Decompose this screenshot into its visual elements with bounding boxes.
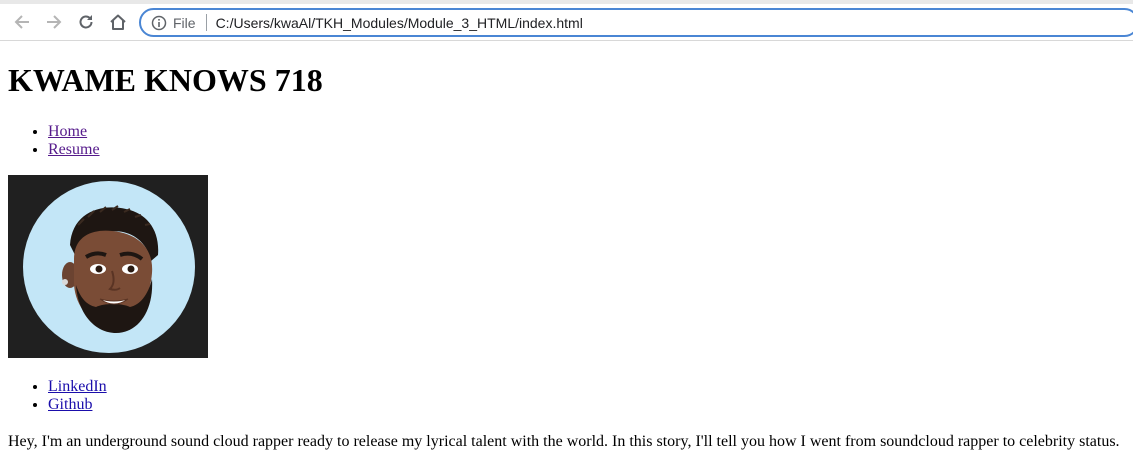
address-bar[interactable]: File C:/Users/kwaAl/TKH_Modules/Module_3… [139,8,1133,37]
home-icon [109,13,127,31]
back-arrow-icon [13,13,31,31]
address-separator [205,14,207,31]
reload-icon [77,13,95,31]
forward-arrow-icon [45,13,63,31]
bio-paragraph: Hey, I'm an underground sound cloud rapp… [8,433,1120,450]
url-text[interactable]: C:/Users/kwaAl/TKH_Modules/Module_3_HTML… [216,15,583,31]
list-item: LinkedIn [48,378,1133,396]
home-button[interactable] [106,10,130,34]
page-title: KWAME KNOWS 718 [8,62,323,98]
reload-button[interactable] [74,10,98,34]
list-item: Resume [48,141,1133,159]
github-link[interactable]: Github [48,396,92,413]
linkedin-link[interactable]: LinkedIn [48,378,107,395]
browser-toolbar: File C:/Users/kwaAl/TKH_Modules/Module_3… [0,0,1133,41]
resume-link[interactable]: Resume [48,141,100,158]
file-scheme-label: File [173,14,196,31]
page-content: KWAME KNOWS 718 Home Resume [8,41,1133,451]
social-list: LinkedIn Github [8,378,1133,414]
forward-button[interactable] [42,10,66,34]
tab-strip-edge [0,0,1133,4]
nav-list: Home Resume [8,123,1133,159]
back-button[interactable] [10,10,34,34]
memoji-avatar-image [8,175,208,358]
list-item: Github [48,396,1133,414]
home-link[interactable]: Home [48,123,87,140]
avatar [8,175,208,358]
info-icon[interactable] [151,15,167,31]
list-item: Home [48,123,1133,141]
